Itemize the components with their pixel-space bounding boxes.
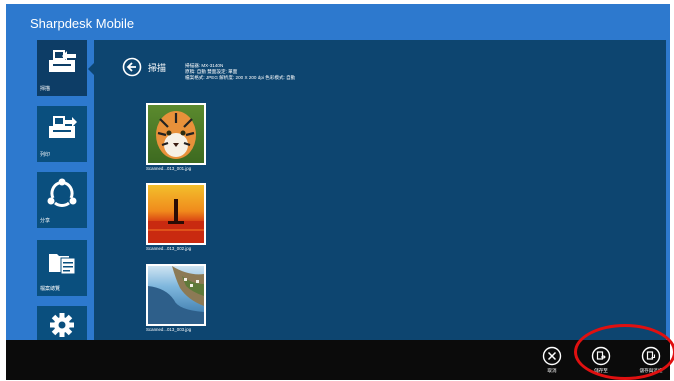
sidebar-item-label: 分享 bbox=[40, 218, 51, 224]
cancel-icon bbox=[542, 346, 562, 366]
cancel-button[interactable]: 取消 bbox=[532, 346, 572, 380]
page-title: 掃描 bbox=[148, 63, 167, 73]
sidebar-item-print[interactable]: 列印 bbox=[37, 106, 87, 162]
coastline-image bbox=[148, 266, 204, 324]
sidebar-item-scan[interactable]: 掃描 bbox=[37, 40, 87, 96]
scan-icon bbox=[49, 50, 76, 72]
app-title: Sharpdesk Mobile bbox=[30, 16, 135, 31]
back-button[interactable] bbox=[122, 57, 142, 77]
thumbnail-caption: Scanned...013_003.jpg bbox=[146, 327, 192, 332]
print-icon bbox=[49, 116, 77, 138]
sidebar-item-label: 掃描 bbox=[40, 86, 51, 92]
active-indicator bbox=[88, 62, 95, 76]
sidebar-item-label: 檔案總覽 bbox=[40, 286, 61, 292]
thumbnail-caption: Scanned...013_002.jpg bbox=[146, 246, 192, 251]
tiger-image bbox=[148, 105, 204, 163]
format-info: 檔案格式: JPEG 解析度: 200 X 200 dpi 色彩模式: 自動 bbox=[185, 75, 296, 80]
sidebar-item-settings[interactable] bbox=[37, 306, 87, 340]
file-manager-icon bbox=[49, 254, 76, 275]
tiger-face-illustration bbox=[156, 111, 196, 159]
share-icon bbox=[47, 178, 77, 208]
sidebar-item-share[interactable]: 分享 bbox=[37, 172, 87, 228]
thumbnail-frame bbox=[146, 103, 206, 165]
thumbnail-frame bbox=[146, 183, 206, 245]
cancel-label: 取消 bbox=[547, 368, 557, 373]
sidebar-item-label: 列印 bbox=[40, 152, 51, 158]
sidebar-item-file-manager[interactable]: 檔案總覽 bbox=[37, 240, 87, 296]
original-info: 原稿: 自動 雙面設定: 單面 bbox=[185, 69, 238, 74]
thumbnail-frame bbox=[146, 264, 206, 326]
settings-gear-icon bbox=[50, 313, 74, 337]
sunset-image bbox=[148, 185, 204, 243]
sunset-illustration bbox=[148, 199, 204, 243]
thumbnail-caption: Scanned...013_001.jpg bbox=[146, 166, 192, 171]
highlight-annotation bbox=[574, 324, 674, 380]
scanner-info: 掃描器: MX-3140N bbox=[185, 63, 224, 68]
coastline-illustration bbox=[148, 266, 204, 324]
app-window: Sharpdesk Mobile 掃描 列印 分享 檔案總覽 掃描 掃描器: M… bbox=[0, 0, 674, 381]
